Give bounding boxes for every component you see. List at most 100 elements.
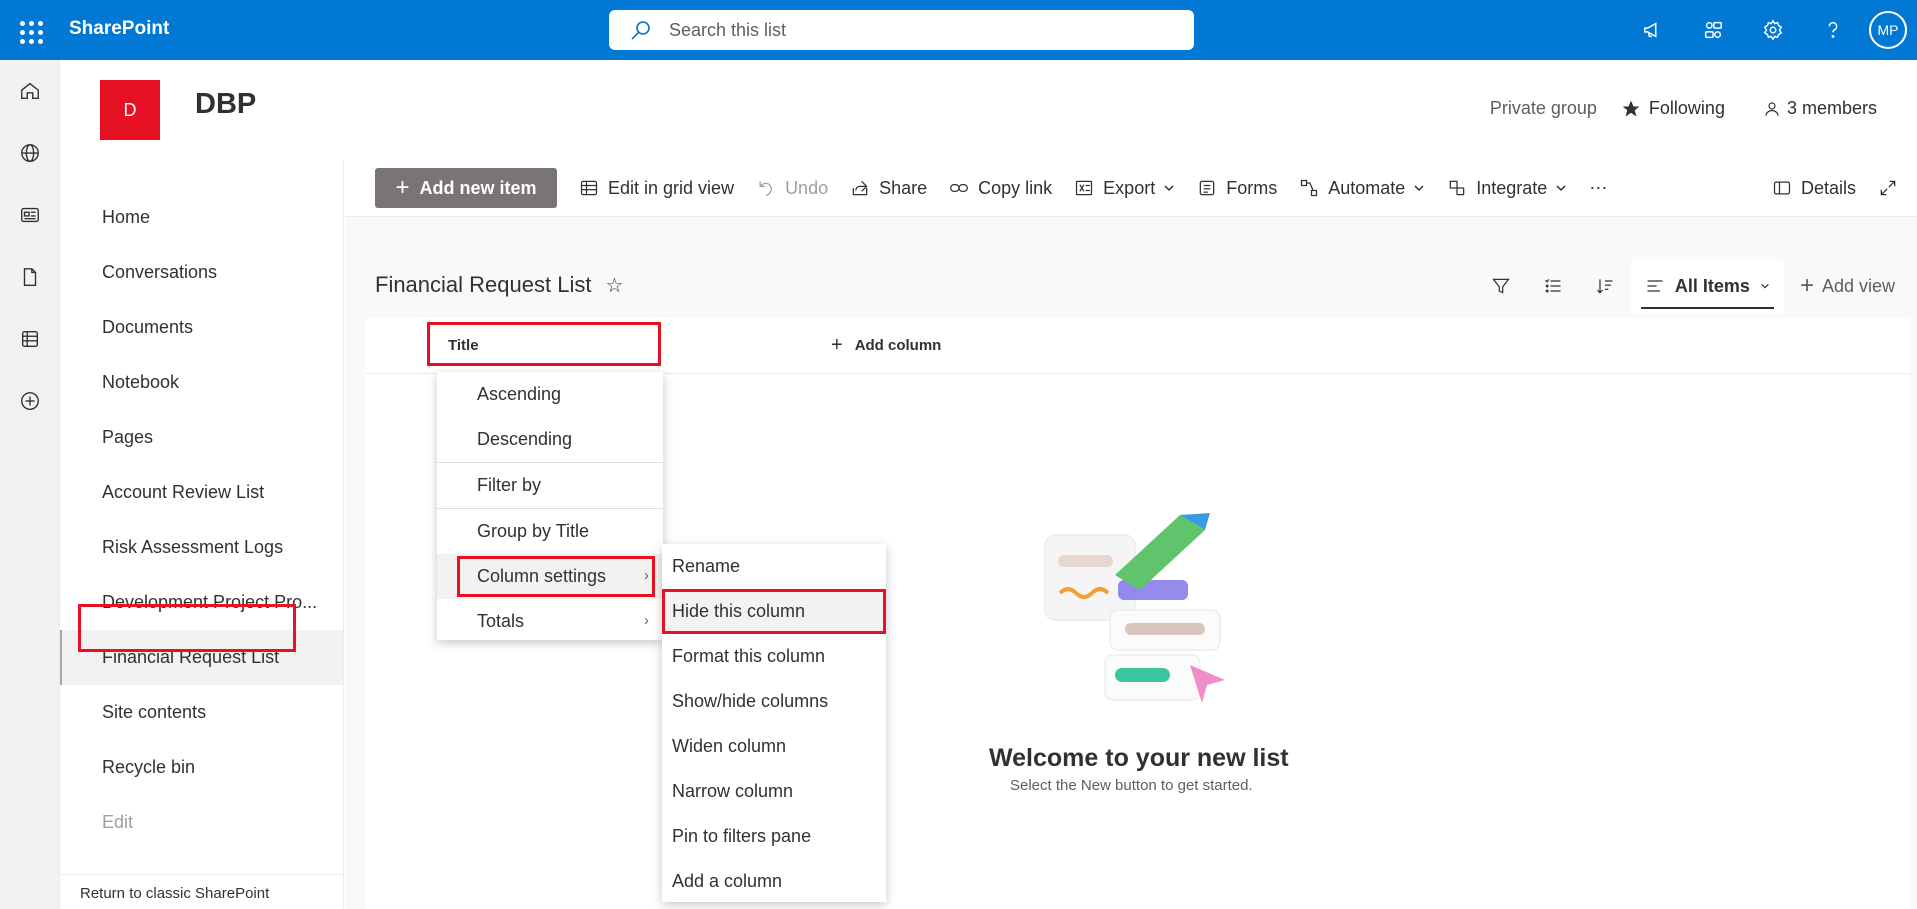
add-column-label: Add column bbox=[854, 337, 942, 354]
automate-button[interactable]: Automate bbox=[1299, 168, 1425, 208]
gear-icon[interactable] bbox=[1743, 0, 1803, 60]
edit-grid-view-button[interactable]: Edit in grid view bbox=[579, 168, 734, 208]
following-button[interactable]: Following bbox=[1621, 98, 1725, 119]
menu-item-totals[interactable]: Totals › bbox=[437, 599, 663, 644]
more-commands-button[interactable]: ⋯ bbox=[1589, 168, 1607, 208]
details-label: Details bbox=[1800, 177, 1856, 198]
grid-icon bbox=[580, 180, 598, 196]
menu-item-label: Totals bbox=[477, 611, 525, 631]
submenu-item-add-column[interactable]: Add a column bbox=[662, 859, 886, 904]
share-button[interactable]: Share bbox=[850, 168, 927, 208]
site-logo[interactable]: D bbox=[100, 80, 160, 140]
link-icon bbox=[950, 184, 969, 192]
nav-edit-link[interactable]: Edit bbox=[102, 795, 133, 850]
privacy-label: Private group bbox=[1489, 98, 1597, 118]
filter-icon[interactable] bbox=[1475, 260, 1527, 312]
nav-item-notebook[interactable]: Notebook bbox=[102, 355, 179, 410]
group-by-icon[interactable] bbox=[1527, 260, 1579, 312]
nav-item-risk-assessment-logs[interactable]: Risk Assessment Logs bbox=[102, 520, 283, 575]
return-classic-link[interactable]: Return to classic SharePoint bbox=[60, 874, 344, 909]
list-title: Financial Request List bbox=[375, 272, 592, 297]
submenu-item-show-hide-columns[interactable]: Show/hide columns bbox=[662, 679, 886, 724]
copy-link-label: Copy link bbox=[978, 177, 1053, 198]
chevron-down-icon bbox=[1414, 185, 1424, 192]
site-header: D DBP Private group Following 3 members bbox=[60, 60, 1917, 160]
export-button[interactable]: Export bbox=[1074, 168, 1175, 208]
megaphone-icon[interactable] bbox=[1623, 0, 1683, 60]
undo-label: Undo bbox=[785, 177, 829, 198]
nav-item-home[interactable]: Home bbox=[102, 190, 150, 245]
automate-icon bbox=[1301, 179, 1318, 197]
submenu-item-hide-column[interactable]: Hide this column bbox=[662, 589, 886, 634]
menu-item-ascending[interactable]: Ascending bbox=[437, 372, 663, 417]
nav-item-recycle-bin[interactable]: Recycle bin bbox=[102, 740, 195, 795]
nav-item-pages[interactable]: Pages bbox=[102, 410, 153, 465]
expand-button[interactable] bbox=[1878, 168, 1907, 208]
menu-item-label: Group by Title bbox=[477, 521, 590, 541]
chevron-down-icon bbox=[1164, 185, 1174, 192]
following-label: Following bbox=[1648, 98, 1725, 118]
submenu-item-pin-filters[interactable]: Pin to filters pane bbox=[662, 814, 886, 859]
menu-item-label: Filter by bbox=[477, 475, 542, 495]
plus-icon: + bbox=[1799, 272, 1814, 299]
home-icon[interactable] bbox=[0, 60, 60, 122]
menu-item-descending[interactable]: Descending bbox=[437, 417, 663, 462]
search-icon bbox=[631, 21, 650, 40]
app-brand[interactable]: SharePoint bbox=[69, 18, 169, 40]
site-title[interactable]: DBP bbox=[195, 88, 256, 121]
add-view-button[interactable]: + Add view bbox=[1800, 272, 1895, 300]
column-header-row: Title + Add column bbox=[365, 318, 1910, 374]
highlight-hide-column bbox=[662, 589, 886, 634]
highlight-financial-request-nav bbox=[78, 604, 296, 652]
submenu-item-label: Rename bbox=[672, 556, 741, 576]
file-icon[interactable] bbox=[0, 246, 60, 308]
nav-item-account-review-list[interactable]: Account Review List bbox=[102, 465, 264, 520]
submenu-item-widen-column[interactable]: Widen column bbox=[662, 724, 886, 769]
globe-icon[interactable] bbox=[0, 122, 60, 184]
chevron-down-icon bbox=[1761, 283, 1769, 289]
forms-button[interactable]: Forms bbox=[1197, 168, 1277, 208]
add-new-item-button[interactable]: + Add new item bbox=[375, 168, 557, 208]
sort-icon[interactable] bbox=[1579, 260, 1631, 312]
submenu-item-label: Widen column bbox=[672, 736, 787, 756]
title-column-label: Title bbox=[448, 337, 479, 354]
title-column-header[interactable]: Title bbox=[427, 322, 661, 366]
chevron-right-icon: › bbox=[644, 612, 649, 629]
undo-button[interactable]: Undo bbox=[756, 168, 828, 208]
menu-item-filter-by[interactable]: Filter by bbox=[437, 463, 663, 508]
chevron-down-icon bbox=[1556, 185, 1566, 192]
submenu-item-rename[interactable]: Rename bbox=[662, 544, 886, 589]
view-selector[interactable]: All Items bbox=[1630, 259, 1784, 313]
lists-icon[interactable] bbox=[0, 308, 60, 370]
nav-item-conversations[interactable]: Conversations bbox=[102, 245, 217, 300]
news-icon[interactable] bbox=[0, 184, 60, 246]
help-icon[interactable] bbox=[1803, 0, 1863, 60]
submenu-item-label: Format this column bbox=[672, 646, 826, 666]
app-launcher-icon[interactable] bbox=[14, 15, 44, 45]
search-input[interactable] bbox=[669, 19, 1149, 41]
menu-item-column-settings[interactable]: Column settings › bbox=[437, 554, 663, 599]
site-navigation: Home Conversations Documents Notebook Pa… bbox=[60, 160, 344, 909]
copy-link-button[interactable]: Copy link bbox=[949, 168, 1052, 208]
menu-item-group-by[interactable]: Group by Title bbox=[437, 509, 663, 554]
submenu-item-format-column[interactable]: Format this column bbox=[662, 634, 886, 679]
forms-icon bbox=[1199, 180, 1215, 196]
expand-icon bbox=[1880, 180, 1896, 196]
search-box[interactable] bbox=[609, 10, 1194, 50]
nav-item-site-contents[interactable]: Site contents bbox=[102, 685, 206, 740]
nav-item-documents[interactable]: Documents bbox=[102, 300, 193, 355]
connections-icon[interactable] bbox=[1683, 0, 1743, 60]
details-button[interactable]: Details bbox=[1772, 168, 1856, 208]
view-name: All Items bbox=[1674, 275, 1750, 296]
plus-icon: + bbox=[831, 334, 843, 356]
favorite-star-icon[interactable]: ☆ bbox=[605, 273, 623, 298]
submenu-item-narrow-column[interactable]: Narrow column bbox=[662, 769, 886, 814]
create-icon[interactable] bbox=[0, 370, 60, 432]
members-button[interactable]: 3 members bbox=[1763, 98, 1877, 119]
integrate-icon bbox=[1449, 180, 1465, 196]
add-column-button[interactable]: + Add column bbox=[831, 334, 941, 357]
integrate-button[interactable]: Integrate bbox=[1447, 168, 1567, 208]
app-rail bbox=[0, 60, 60, 909]
submenu-item-label: Show/hide columns bbox=[672, 691, 829, 711]
avatar[interactable]: MP bbox=[1869, 11, 1907, 49]
